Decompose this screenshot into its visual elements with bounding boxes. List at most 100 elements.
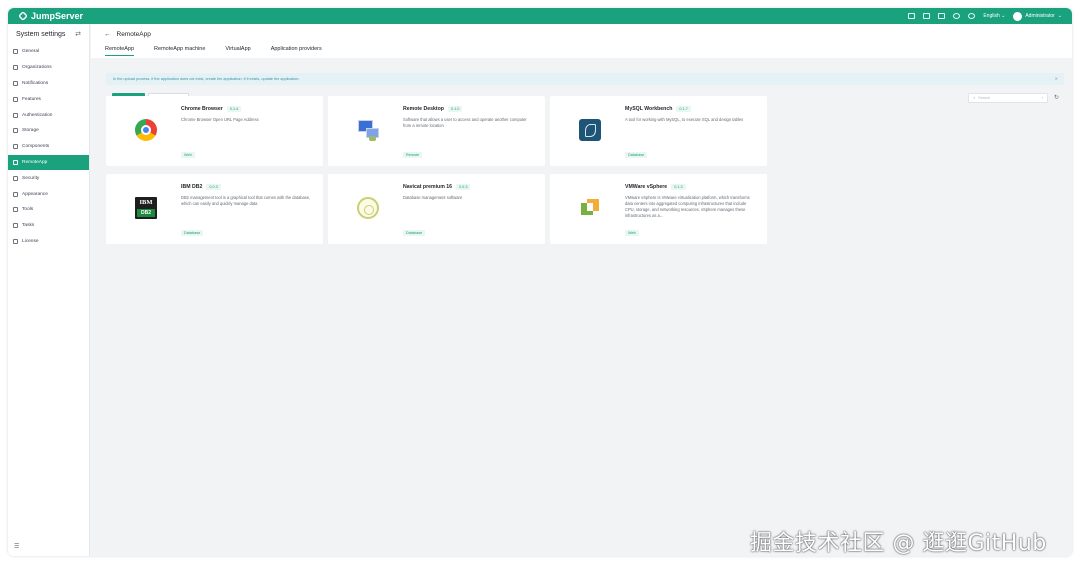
app-card[interactable]: Chrome Browser 0.1.4 Chrome Browser Open U…: [106, 96, 323, 166]
chevron-right-icon: ›: [1041, 96, 1043, 100]
app-description: Database management software: [403, 195, 463, 200]
sidebar-item-remoteapp[interactable]: RemoteApp: [8, 154, 89, 171]
app-name: VMWare vSphere 0.1.3: [625, 184, 686, 190]
sidebar-item-features[interactable]: Features: [8, 91, 89, 107]
version-badge: 0.1.0: [447, 106, 463, 112]
app-name: Navicat premium 16 0.0.3: [403, 184, 471, 190]
chrome-icon: [135, 119, 157, 141]
app-title: Remote Desktop: [403, 106, 444, 112]
sidebar-item-components[interactable]: Components: [8, 139, 89, 155]
swap-icon[interactable]: ⇄: [75, 30, 81, 38]
back-arrow-icon[interactable]: ←: [104, 31, 111, 38]
tasks-icon: [13, 223, 18, 229]
sidebar-item-label: Security: [22, 175, 40, 181]
app-card[interactable]: VMWare vSphere 0.1.3 VMware vSphere is VMw…: [550, 174, 767, 244]
app-name: MySQL Workbench 0.1.7: [625, 106, 691, 112]
sidebar-item-license[interactable]: License: [8, 234, 89, 250]
version-badge: 0.0.3: [206, 184, 221, 190]
sidebar-item-notifications[interactable]: Notifications: [8, 76, 89, 92]
app-name: Remote Desktop 0.1.0: [403, 106, 463, 112]
help-icon[interactable]: [968, 13, 976, 19]
license-icon: [13, 238, 18, 244]
category-badge: Database: [625, 152, 648, 158]
tab-virtualapp[interactable]: VirtualApp: [225, 46, 250, 56]
app-name: IBM DB2 0.0.3: [181, 184, 221, 190]
bell-icon: [13, 80, 18, 86]
settings-icon[interactable]: [953, 13, 961, 19]
icon-part: IBM: [139, 199, 153, 206]
ibm-db2-icon: IBM DB2: [135, 197, 157, 219]
vmware-icon: [579, 197, 601, 219]
version-badge: 0.1.7: [676, 106, 691, 112]
language-selector[interactable]: English ⌄: [983, 13, 1005, 19]
bell-icon[interactable]: [908, 13, 916, 19]
tools-icon: [13, 207, 18, 213]
jumpserver-logo-icon: [18, 11, 28, 21]
sidebar-item-tools[interactable]: Tools: [8, 202, 89, 218]
app-description: A tool for working with MySQL, to execut…: [625, 117, 744, 122]
mysql-workbench-icon: [579, 119, 601, 141]
app-card[interactable]: IBM DB2 IBM DB2 0.0.3 DB2 management tool is…: [106, 174, 323, 244]
navicat-icon: [357, 197, 379, 219]
app-title: MySQL Workbench: [625, 106, 673, 112]
monitor-icon[interactable]: [938, 13, 946, 19]
search-icon: ⌕: [973, 96, 976, 100]
sidebar-item-label: Tools: [22, 207, 34, 213]
remote-desktop-icon: [357, 119, 379, 141]
sidebar-item-storage[interactable]: Storage: [8, 123, 89, 139]
app-window: JumpServer English ⌄ Administrator ⌄ Sys…: [8, 8, 1072, 556]
refresh-icon[interactable]: ↻: [1054, 94, 1059, 101]
search-input[interactable]: ⌕ Search ›: [968, 93, 1048, 103]
storage-icon: [13, 128, 18, 134]
app-card[interactable]: Remote Desktop 0.1.0 Software that allows …: [328, 96, 545, 166]
collapse-menu-icon[interactable]: ☰: [14, 543, 19, 550]
category-badge: Database: [181, 230, 204, 236]
sidebar-item-tasks[interactable]: Tasks: [8, 218, 89, 234]
sidebar-item-organizations[interactable]: Organizations: [8, 60, 89, 76]
sidebar-item-label: Authentication: [22, 112, 53, 118]
logo[interactable]: JumpServer: [18, 11, 83, 21]
shield-icon: [13, 175, 18, 181]
app-title: Navicat premium 16: [403, 184, 453, 190]
category-badge: Web: [625, 230, 639, 236]
palette-icon: [13, 191, 18, 197]
icon-part: [369, 136, 376, 141]
sidebar-item-general[interactable]: General: [8, 44, 89, 60]
tab-remoteapp[interactable]: RemoteApp: [105, 46, 135, 56]
category-badge: Database: [403, 230, 426, 236]
user-menu[interactable]: Administrator ⌄: [1013, 11, 1062, 21]
sidebar-item-appearance[interactable]: Appearance: [8, 186, 89, 202]
sidebar-item-authentication[interactable]: Authentication: [8, 107, 89, 123]
app-card[interactable]: MySQL Workbench 0.1.7 A tool for working w…: [550, 96, 767, 166]
remoteapp-icon: [13, 159, 18, 165]
tab-application-providers[interactable]: Application providers: [271, 46, 322, 56]
sidebar-item-label: Tasks: [22, 223, 35, 229]
version-badge: 0.0.3: [456, 184, 471, 190]
close-icon[interactable]: ✕: [1055, 76, 1058, 81]
sidebar-item-label: Storage: [22, 128, 39, 134]
top-bar: JumpServer English ⌄ Administrator ⌄: [8, 8, 1072, 24]
sidebar-item-security[interactable]: Security: [8, 170, 89, 186]
info-alert: In the upload process, if the applicatio…: [106, 73, 1064, 85]
alert-text: In the upload process, if the applicatio…: [113, 77, 300, 81]
icon-part: DB2: [137, 209, 155, 217]
org-icon: [13, 65, 18, 71]
app-description: VMware vSphere is VMware virtualization …: [625, 195, 750, 218]
icon-part: [587, 203, 593, 211]
page-header: ← RemoteApp RemoteApp RemoteApp machine …: [91, 24, 1072, 58]
app-card[interactable]: Navicat premium 16 0.0.3 Database manageme…: [328, 174, 545, 244]
app-name: Chrome Browser 0.1.4: [181, 106, 242, 112]
version-badge: 0.1.4: [226, 106, 242, 112]
tab-bar: RemoteApp RemoteApp machine VirtualApp A…: [105, 46, 342, 56]
user-name: Administrator: [1025, 13, 1055, 19]
page-title: RemoteApp: [116, 31, 151, 38]
app-description: Software that allows a user to access an…: [403, 117, 527, 128]
category-badge: Remote: [403, 152, 423, 158]
id-card-icon: [13, 112, 18, 118]
tab-remoteapp-machine[interactable]: RemoteApp machine: [154, 46, 205, 56]
terminal-icon[interactable]: [923, 13, 931, 19]
watermark: 掘金技术社区 @ 逛逛GitHub: [750, 531, 1047, 556]
sidebar-item-label: Components: [22, 144, 50, 150]
app-title: IBM DB2: [181, 184, 203, 190]
sidebar-item-label: Notifications: [22, 80, 49, 86]
